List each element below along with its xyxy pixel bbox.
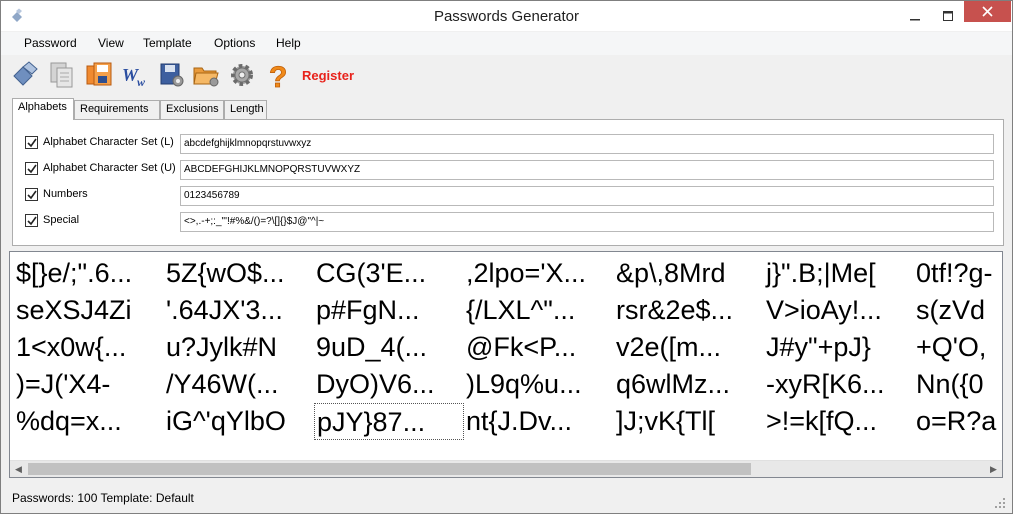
minimize-icon: [910, 19, 920, 21]
menu-help[interactable]: Help: [276, 36, 301, 50]
special-checkbox[interactable]: [25, 214, 38, 227]
title-bar: Passwords Generator: [1, 1, 1012, 31]
scroll-left-button[interactable]: ◀: [10, 461, 27, 477]
lowercase-input[interactable]: abcdefghijklmnopqrstuvwxyz: [180, 134, 994, 154]
password-cell[interactable]: v2e([m...: [614, 329, 764, 366]
password-cell[interactable]: iG^'qYlbO: [164, 403, 314, 440]
scroll-right-button[interactable]: ▶: [985, 461, 1002, 477]
password-cell[interactable]: +Q'O,: [914, 329, 1002, 366]
password-cell[interactable]: u?Jylk#N: [164, 329, 314, 366]
generate-icon[interactable]: [11, 60, 39, 90]
password-cell[interactable]: &p\,8Mrd: [614, 255, 764, 292]
password-cell[interactable]: nt{J.Dv...: [464, 403, 614, 440]
password-cell[interactable]: o=R?a: [914, 403, 1002, 440]
password-row: $[}e/;".6... 5Z{wO$... CG(3'E... ,2lpo='X..…: [14, 255, 1002, 292]
password-cell[interactable]: 5Z{wO$...: [164, 255, 314, 292]
settings-save-icon[interactable]: [158, 60, 186, 90]
arrow-right-icon: ▶: [990, 464, 997, 474]
maximize-button[interactable]: [934, 1, 962, 31]
open-folder-icon[interactable]: [192, 60, 220, 90]
special-input[interactable]: <>,.-+;:_"'!#%&/()=?\[]{}$J@"^|~: [180, 212, 994, 232]
svg-text:w: w: [137, 75, 146, 89]
window-title: Passwords Generator: [433, 8, 580, 25]
scrollbar-thumb[interactable]: [28, 463, 751, 475]
password-cell[interactable]: %dq=x...: [14, 403, 164, 440]
tab-alphabets[interactable]: Alphabets: [12, 98, 74, 120]
status-text: Passwords: 100 Template: Default: [12, 491, 194, 505]
register-button[interactable]: Register: [302, 68, 354, 83]
password-cell[interactable]: Nn({0: [914, 366, 1002, 403]
checkmark-icon: [26, 138, 37, 147]
password-cell[interactable]: )L9q%u...: [464, 366, 614, 403]
close-button[interactable]: [964, 1, 1011, 22]
arrow-left-icon: ◀: [15, 464, 22, 474]
copy-icon[interactable]: [48, 60, 76, 90]
horizontal-scrollbar[interactable]: ◀ ▶: [10, 460, 1002, 477]
checkmark-icon: [26, 216, 37, 225]
password-cell[interactable]: seXSJ4Zi: [14, 292, 164, 329]
help-icon[interactable]: ?: [264, 60, 292, 90]
menu-template[interactable]: Template: [143, 36, 192, 50]
alphabets-panel: Alphabet Character Set (L) abcdefghijklm…: [12, 119, 1004, 246]
svg-text:?: ?: [269, 61, 287, 90]
checkmark-icon: [26, 164, 37, 173]
status-bar: Passwords: 100 Template: Default: [1, 484, 1012, 513]
maximize-icon: [943, 11, 953, 21]
resize-grip-icon[interactable]: [994, 497, 1006, 509]
password-output-grid[interactable]: $[}e/;".6... 5Z{wO$... CG(3'E... ,2lpo='X..…: [9, 251, 1003, 478]
password-cell[interactable]: rsr&2e$...: [614, 292, 764, 329]
password-cell[interactable]: )=J('X4-: [14, 366, 164, 403]
tab-exclusions[interactable]: Exclusions: [160, 100, 224, 119]
toolbar: W w ? Register: [1, 56, 1012, 94]
password-cell[interactable]: '.64JX'3...: [164, 292, 314, 329]
tab-length[interactable]: Length: [224, 100, 267, 119]
password-cell[interactable]: J#y"+pJ}: [764, 329, 914, 366]
menu-bar: Password View Template Options Help: [1, 32, 1012, 55]
password-cell[interactable]: pJY}87...: [314, 403, 464, 440]
numbers-checkbox[interactable]: [25, 188, 38, 201]
checkmark-icon: [26, 190, 37, 199]
password-grid: $[}e/;".6... 5Z{wO$... CG(3'E... ,2lpo='X..…: [14, 255, 1002, 440]
password-cell[interactable]: $[}e/;".6...: [14, 255, 164, 292]
password-cell[interactable]: >!=k[fQ...: [764, 403, 914, 440]
password-cell[interactable]: /Y46W(...: [164, 366, 314, 403]
password-row: )=J('X4-/Y46W(... DyO)V6...)L9q%u... q6wlM…: [14, 366, 1002, 403]
tab-requirements[interactable]: Requirements: [74, 100, 160, 119]
password-cell[interactable]: 9uD_4(...: [314, 329, 464, 366]
numbers-label: Numbers: [43, 188, 88, 200]
menu-options[interactable]: Options: [214, 36, 255, 50]
password-row: seXSJ4Zi '.64JX'3... p#FgN... {/LXL^"... rsr…: [14, 292, 1002, 329]
password-cell[interactable]: DyO)V6...: [314, 366, 464, 403]
password-cell[interactable]: {/LXL^"...: [464, 292, 614, 329]
word-icon[interactable]: W w: [121, 60, 149, 90]
password-cell[interactable]: V>ioAy!...: [764, 292, 914, 329]
menu-password[interactable]: Password: [24, 36, 77, 50]
password-cell[interactable]: -xyR[K6...: [764, 366, 914, 403]
special-label: Special: [43, 214, 80, 226]
lowercase-label: Alphabet Character Set (L): [43, 136, 174, 148]
password-cell[interactable]: 1<x0w{...: [14, 329, 164, 366]
uppercase-input[interactable]: ABCDEFGHIJKLMNOPQRSTUVWXYZ: [180, 160, 994, 180]
password-cell[interactable]: @Fk<P...: [464, 329, 614, 366]
save-icon[interactable]: [85, 60, 113, 90]
numbers-input[interactable]: 0123456789: [180, 186, 994, 206]
minimize-button[interactable]: [901, 1, 929, 31]
password-row: 1<x0w{... u?Jylk#N 9uD_4(... @Fk<P... v2e([m…: [14, 329, 1002, 366]
password-cell[interactable]: 0tf!?g-: [914, 255, 1002, 292]
gear-icon[interactable]: [228, 60, 256, 90]
password-cell[interactable]: CG(3'E...: [314, 255, 464, 292]
close-icon: [982, 6, 993, 17]
password-cell[interactable]: s(zVd: [914, 292, 1002, 329]
password-cell[interactable]: j}".B;|Me[: [764, 255, 914, 292]
password-cell[interactable]: ,2lpo='X...: [464, 255, 614, 292]
app-window: Passwords Generator Password View Templa…: [0, 0, 1013, 514]
menu-view[interactable]: View: [98, 36, 124, 50]
password-cell[interactable]: ]J;vK{Tl[: [614, 403, 764, 440]
uppercase-label: Alphabet Character Set (U): [43, 162, 176, 174]
password-cell[interactable]: p#FgN...: [314, 292, 464, 329]
password-cell[interactable]: q6wlMz...: [614, 366, 764, 403]
uppercase-checkbox[interactable]: [25, 162, 38, 175]
password-row: %dq=x... iG^'qYlbO pJY}87... nt{J.Dv...]J;v…: [14, 403, 1002, 440]
lowercase-checkbox[interactable]: [25, 136, 38, 149]
